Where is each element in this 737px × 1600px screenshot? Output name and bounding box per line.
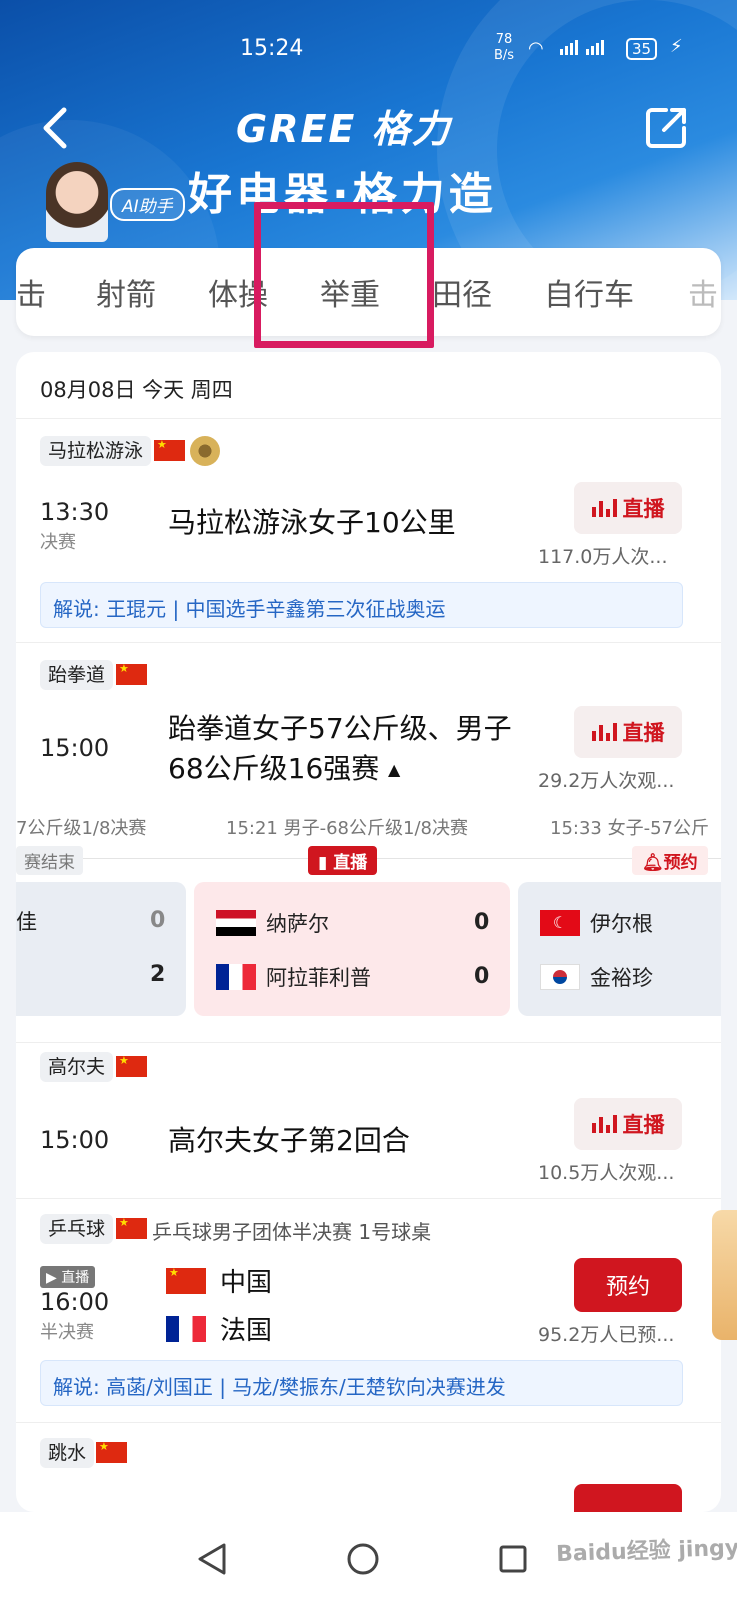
china-flag-icon [116, 662, 147, 685]
ai-avatar[interactable] [46, 162, 108, 242]
match-card-right[interactable]: ☾ 伊尔根 金裕珍 [518, 882, 721, 1016]
event-time: 15:00 [40, 1126, 110, 1154]
nav-recents-icon[interactable] [498, 1544, 528, 1574]
live-bars-icon: ▮ [318, 853, 328, 873]
signal-5g-icon [586, 40, 604, 55]
status-ended: 赛结束 [16, 846, 83, 875]
event-subtitle: 乒乓球男子团体半决赛 1号球桌 [152, 1220, 432, 1244]
floating-side-tab[interactable] [712, 1210, 737, 1340]
event-stage: 决赛 [40, 532, 76, 553]
charging-icon: ⚡ [670, 36, 683, 57]
tab-archery[interactable]: 射箭 [96, 270, 156, 314]
egypt-flag-icon [216, 910, 256, 936]
reserve-button[interactable] [574, 1484, 682, 1512]
event-title[interactable]: 高尔夫女子第2回合 [168, 1120, 410, 1162]
ai-assistant-label[interactable]: AI助手 [110, 188, 185, 221]
china-flag-icon [116, 1054, 147, 1077]
wifi-icon: ◠ [528, 38, 544, 59]
gold-medal-icon [190, 436, 220, 466]
commentary-banner[interactable]: 解说: 高菡/刘国正 | 马龙/樊振东/王楚钦向决赛进发 [40, 1360, 683, 1406]
nav-back-icon[interactable] [196, 1542, 230, 1576]
status-reserve[interactable]: 🔔︎预约 [632, 846, 708, 875]
match-time-label: 15:33 女子-57公斤 [550, 818, 709, 839]
event-title[interactable]: 马拉松游泳女子10公里 [168, 502, 456, 544]
viewer-count: 10.5万人次观... [538, 1162, 675, 1184]
china-flag-icon [96, 1440, 127, 1463]
match-time-label: 7公斤级1/8决赛 [16, 818, 147, 839]
highlight-box [254, 202, 434, 348]
live-bars-icon [591, 1115, 617, 1133]
back-button[interactable] [36, 104, 76, 152]
viewer-count: 29.2万人次观... [538, 770, 675, 792]
viewer-count: 95.2万人已预... [538, 1324, 675, 1346]
team-name: 法国 [220, 1316, 273, 1346]
turkey-flag-icon: ☾ [540, 910, 580, 936]
schedule-card: 08月08日 今天 周四 马拉松游泳 13:30 决赛 马拉松游泳女子10公里 … [16, 352, 721, 1512]
viewer-count: 117.0万人次... [538, 546, 668, 568]
gree-logo: GREE 格力 [236, 107, 452, 151]
signal-icon [560, 40, 578, 55]
france-flag-icon [166, 1316, 206, 1342]
live-button[interactable]: 直播 [574, 1098, 682, 1150]
korea-flag-icon [540, 964, 580, 990]
category-tag: 跆拳道 [40, 660, 114, 690]
event-title-line2[interactable]: 68公斤级16强赛 [168, 748, 379, 790]
back-arrow-icon [43, 107, 67, 149]
china-flag-icon [116, 1216, 147, 1239]
china-flag-icon [166, 1266, 206, 1294]
live-button[interactable]: 直播 [574, 706, 682, 758]
commentary-banner[interactable]: 解说: 王琨元 | 中国选手辛鑫第三次征战奥运 [40, 582, 683, 628]
event-time: 15:00 [40, 734, 110, 762]
category-tag: 乒乓球 [40, 1214, 114, 1244]
collapse-caret-icon[interactable]: ▲ [388, 760, 400, 779]
live-button[interactable]: 直播 [574, 482, 682, 534]
date-header: 08月08日 今天 周四 [40, 378, 233, 402]
share-button[interactable] [644, 104, 690, 150]
share-icon [646, 108, 686, 148]
status-live: ▮ 直播 [308, 846, 378, 875]
category-tag: 高尔夫 [40, 1052, 114, 1082]
team-name: 中国 [220, 1268, 273, 1298]
category-tag: 马拉松游泳 [40, 436, 152, 466]
tab-cycling[interactable]: 自行车 [544, 270, 634, 314]
battery-icon: 35 [626, 38, 658, 60]
net-speed: 78 B/s [494, 32, 515, 63]
event-time: 16:00 [40, 1288, 110, 1316]
china-flag-icon [154, 438, 185, 461]
bell-icon: 🔔︎ [642, 853, 664, 873]
live-bars-icon [591, 723, 617, 741]
live-tag: ▶ 直播 [40, 1266, 96, 1288]
event-time: 13:30 [40, 498, 110, 526]
event-title-line1[interactable]: 跆拳道女子57公斤级、男子 [168, 708, 512, 750]
france-flag-icon [216, 964, 256, 990]
tab-athletics[interactable]: 田径 [432, 270, 492, 314]
match-card-left[interactable]: 佳 0 2 [16, 882, 186, 1016]
play-icon: ▶ [46, 1270, 57, 1286]
status-time: 15:24 [240, 36, 304, 61]
tab-fencing[interactable]: 击 [16, 270, 46, 314]
nav-home-icon[interactable] [346, 1542, 380, 1576]
reserve-button[interactable]: 预约 [574, 1258, 682, 1312]
tab-next[interactable]: 击 [688, 270, 718, 314]
match-time-label: 15:21 男子-68公斤级1/8决赛 [226, 818, 468, 839]
match-card-live[interactable]: 纳萨尔 0 阿拉菲利普 0 [194, 882, 510, 1016]
category-tag: 跳水 [40, 1438, 95, 1468]
event-stage: 半决赛 [40, 1322, 94, 1343]
live-bars-icon [591, 499, 617, 517]
